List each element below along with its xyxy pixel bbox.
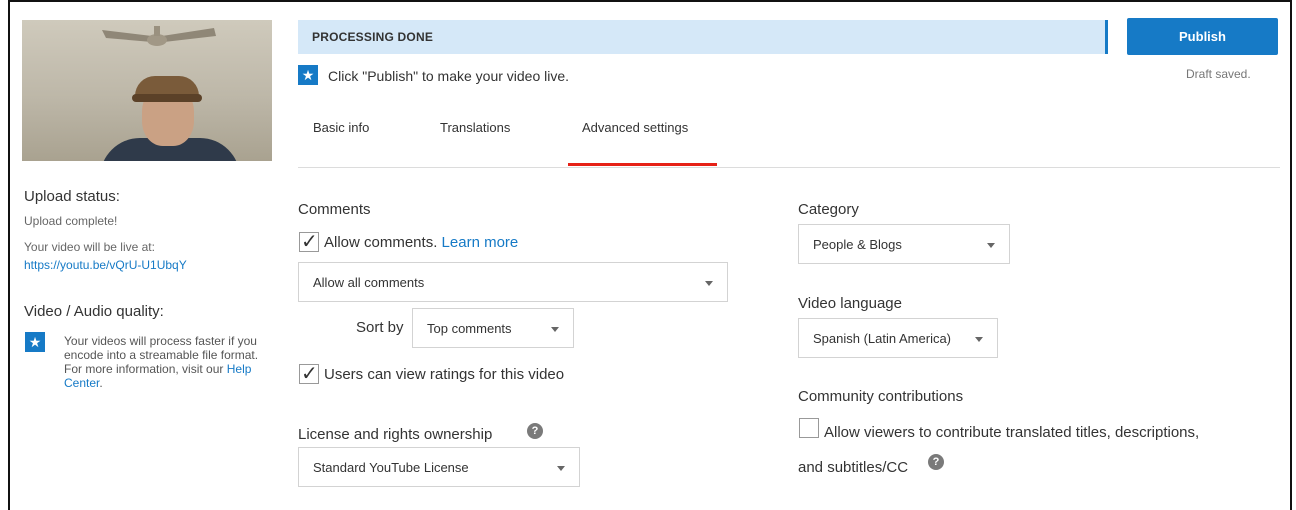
- sort-by-label: Sort by: [356, 319, 404, 336]
- quality-title: Video / Audio quality:: [24, 303, 164, 320]
- chevron-down-icon: [705, 281, 713, 286]
- allow-comments-text: Allow comments.: [324, 234, 438, 251]
- star-icon: ★: [298, 65, 318, 85]
- video-thumbnail[interactable]: [22, 20, 272, 161]
- help-icon[interactable]: ?: [527, 423, 543, 439]
- person-cap-brim: [132, 94, 202, 102]
- publish-hint-text: Click "Publish" to make your video live.: [328, 68, 570, 84]
- help-icon[interactable]: ?: [928, 454, 944, 470]
- allow-comments-select-value: Allow all comments: [313, 275, 425, 290]
- learn-more-link[interactable]: Learn more: [442, 234, 519, 251]
- publish-button[interactable]: Publish: [1127, 18, 1278, 55]
- comments-title: Comments: [298, 201, 371, 218]
- chevron-down-icon: [987, 243, 995, 248]
- processing-status-text: PROCESSING DONE: [312, 30, 434, 44]
- community-label-line2: and subtitles/CC: [798, 459, 909, 476]
- community-title: Community contributions: [798, 388, 964, 405]
- category-select-value: People & Blogs: [813, 237, 902, 252]
- header-divider: [298, 167, 1280, 168]
- allow-comments-label: Allow comments. Learn more: [324, 234, 518, 251]
- sort-by-select[interactable]: Top comments: [412, 308, 574, 348]
- live-at-text: Your video will be live at:: [24, 240, 155, 254]
- upload-status-title: Upload status:: [24, 188, 120, 205]
- license-select-value: Standard YouTube License: [313, 460, 469, 475]
- license-title: License and rights ownership: [298, 426, 493, 443]
- quality-description: Your videos will process faster if you e…: [64, 334, 264, 390]
- category-title: Category: [798, 201, 859, 218]
- ceiling-fan-image: [102, 26, 216, 46]
- processing-status-bar: PROCESSING DONE: [298, 20, 1108, 54]
- community-checkbox[interactable]: [799, 418, 819, 438]
- video-url-link[interactable]: https://youtu.be/vQrU-U1UbqY: [24, 258, 187, 272]
- quality-period: .: [99, 376, 103, 390]
- category-select[interactable]: People & Blogs: [798, 224, 1010, 264]
- allow-comments-checkbox[interactable]: [299, 229, 319, 253]
- active-tab-indicator: [568, 163, 717, 166]
- tab-advanced-settings[interactable]: Advanced settings: [582, 120, 688, 135]
- star-icon: ★: [25, 332, 45, 352]
- community-label-line1: Allow viewers to contribute translated t…: [824, 424, 1200, 441]
- allow-comments-select[interactable]: Allow all comments: [298, 262, 728, 302]
- ratings-label: Users can view ratings for this video: [324, 366, 565, 383]
- tab-translations[interactable]: Translations: [440, 120, 510, 135]
- license-select[interactable]: Standard YouTube License: [298, 447, 580, 487]
- chevron-down-icon: [557, 466, 565, 471]
- chevron-down-icon: [975, 337, 983, 342]
- sort-by-select-value: Top comments: [427, 321, 512, 336]
- video-language-title: Video language: [798, 295, 902, 312]
- tab-basic-info[interactable]: Basic info: [313, 120, 369, 135]
- chevron-down-icon: [551, 327, 559, 332]
- upload-complete-text: Upload complete!: [24, 214, 118, 228]
- video-language-select[interactable]: Spanish (Latin America): [798, 318, 998, 358]
- video-language-select-value: Spanish (Latin America): [813, 331, 952, 346]
- draft-saved-text: Draft saved.: [1186, 67, 1251, 81]
- ratings-checkbox[interactable]: [299, 361, 319, 385]
